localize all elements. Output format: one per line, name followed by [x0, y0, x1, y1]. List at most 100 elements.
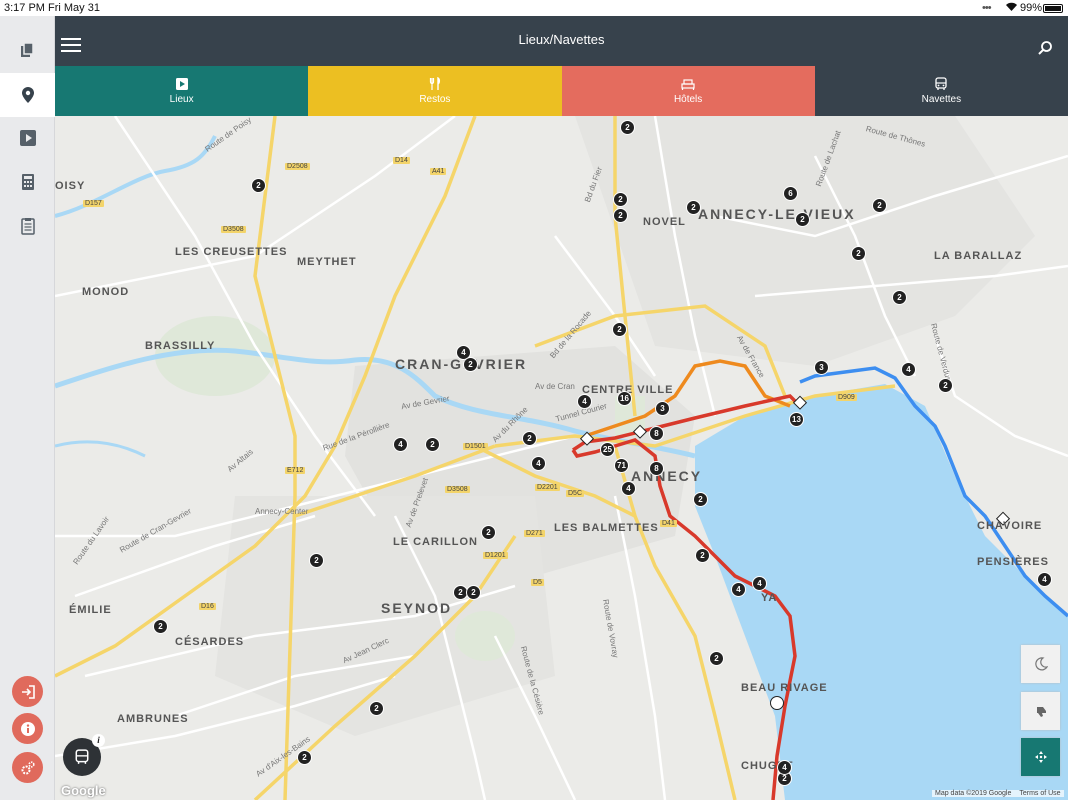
map-marker[interactable]: 16: [617, 391, 632, 406]
sidebar-item-notes[interactable]: [0, 204, 55, 248]
map-marker[interactable]: 4: [621, 481, 636, 496]
map-marker[interactable]: 3: [655, 401, 670, 416]
map-marker[interactable]: 2: [892, 290, 907, 305]
map-pin-icon: [21, 87, 34, 103]
map-marker[interactable]: 2: [466, 585, 481, 600]
map-marker[interactable]: 2: [613, 208, 628, 223]
road-shield: D1201: [483, 552, 508, 559]
sidebar-item-map[interactable]: [0, 73, 55, 117]
street-label: Av de Cran: [535, 382, 575, 391]
road-shield: A41: [430, 168, 447, 175]
tab-restos[interactable]: Restos: [308, 66, 562, 116]
road-shield: D2508: [285, 163, 310, 170]
map-marker[interactable]: 4: [393, 437, 408, 452]
map-marker[interactable]: 2: [693, 492, 708, 507]
street-label: Annecy-Center: [255, 507, 309, 516]
map-label-meythet: MEYTHET: [297, 256, 357, 268]
search-icon[interactable]: [1037, 40, 1053, 56]
sidebar-item-documents[interactable]: [0, 28, 55, 72]
map-marker[interactable]: 4: [531, 456, 546, 471]
road-shield: D16: [199, 603, 216, 610]
map-label-annecy: ANNECY: [631, 468, 703, 484]
map-marker[interactable]: 4: [577, 394, 592, 409]
map-marker[interactable]: 2: [463, 357, 478, 372]
map-marker[interactable]: 25: [600, 442, 615, 457]
road-shield: D41: [660, 520, 677, 527]
map-marker[interactable]: 2: [251, 178, 266, 193]
map-marker[interactable]: 2: [872, 198, 887, 213]
map-marker[interactable]: 2: [153, 619, 168, 634]
map-marker[interactable]: 2: [686, 200, 701, 215]
attribution-text: Map data ©2019 Google: [935, 790, 1012, 797]
map-marker[interactable]: 2: [297, 750, 312, 765]
sidebar: [0, 16, 55, 800]
settings-icon: [21, 760, 35, 774]
map-label-cesardes: CÉSARDES: [175, 636, 245, 648]
info-button[interactable]: [12, 713, 43, 744]
map-marker[interactable]: 2: [612, 322, 627, 337]
map-marker[interactable]: 4: [752, 576, 767, 591]
tab-label: Restos: [419, 94, 451, 105]
shuttle-info-button[interactable]: i: [63, 734, 105, 776]
map-marker[interactable]: 2: [309, 553, 324, 568]
tab-hotels[interactable]: Hôtels: [561, 66, 815, 116]
map-marker[interactable]: 71: [614, 458, 629, 473]
road-shield: D14: [393, 157, 410, 164]
map-marker[interactable]: 6: [783, 186, 798, 201]
recenter-button[interactable]: [1021, 738, 1060, 776]
thumbs-button[interactable]: [1021, 692, 1060, 730]
map-view[interactable]: ANNECY-LE-VIEUX LA BARALLAZ LES CREUSETT…: [55, 116, 1068, 800]
map-marker[interactable]: 2: [481, 525, 496, 540]
road-shield: D157: [83, 200, 104, 207]
map-marker[interactable]: 4: [777, 760, 792, 775]
map-marker[interactable]: 2: [369, 701, 384, 716]
road-shield: D2201: [535, 484, 560, 491]
thumbs-down-icon: [1036, 707, 1046, 717]
header-bar: Lieux/Navettes: [55, 16, 1068, 66]
logout-icon: [21, 684, 35, 699]
map-marker[interactable]: 2: [522, 431, 537, 446]
map-label-novel: NOVEL: [643, 216, 686, 228]
road-shield: D909: [836, 394, 857, 401]
map-label-ya: YA: [761, 592, 778, 604]
map-marker[interactable]: 2: [613, 192, 628, 207]
map-marker[interactable]: 2: [709, 651, 724, 666]
map-marker[interactable]: 13: [789, 412, 804, 427]
tab-label: Lieux: [169, 94, 194, 105]
sidebar-item-videos[interactable]: [0, 116, 55, 160]
moon-icon: [1034, 657, 1048, 671]
map-marker[interactable]: 4: [1037, 572, 1052, 587]
map-marker[interactable]: 2: [795, 212, 810, 227]
map-marker[interactable]: 8: [649, 461, 664, 476]
map-marker[interactable]: 4: [731, 582, 746, 597]
tab-navettes[interactable]: Navettes: [814, 66, 1068, 116]
status-time: 3:17 PM: [4, 2, 45, 14]
sidebar-item-calculator[interactable]: [0, 160, 55, 204]
battery-percent: 99%: [1020, 2, 1043, 14]
map-marker[interactable]: 3: [814, 360, 829, 375]
map-marker[interactable]: 8: [649, 426, 664, 441]
settings-button[interactable]: [12, 752, 43, 783]
multitask-dots-icon: •••: [982, 2, 992, 14]
map-marker[interactable]: 2: [695, 548, 710, 563]
map-marker[interactable]: 2: [620, 120, 635, 135]
road-shield: D3508: [221, 226, 246, 233]
road-shield: D1501: [463, 443, 488, 450]
status-date: Fri May 31: [48, 2, 100, 14]
terms-link[interactable]: Terms of Use: [1019, 790, 1060, 797]
info-badge-icon: i: [92, 734, 105, 747]
map-marker[interactable]: 2: [851, 246, 866, 261]
map-base-layer: [55, 116, 1068, 800]
map-marker[interactable]: 2: [938, 378, 953, 393]
info-icon: [20, 721, 35, 736]
bus-icon: [75, 749, 89, 764]
map-marker[interactable]: 2: [425, 437, 440, 452]
map-marker[interactable]: 4: [901, 362, 916, 377]
tab-lieux[interactable]: Lieux: [55, 66, 309, 116]
logout-button[interactable]: [12, 676, 43, 707]
map-label-brassilly: BRASSILLY: [145, 340, 216, 352]
category-tabs: Lieux Restos Hôtels Navettes: [55, 66, 1068, 116]
map-label-les-creusettes: LES CREUSETTES: [175, 246, 288, 258]
night-mode-button[interactable]: [1021, 645, 1060, 683]
map-label-ambrunes: AMBRUNES: [117, 713, 189, 725]
